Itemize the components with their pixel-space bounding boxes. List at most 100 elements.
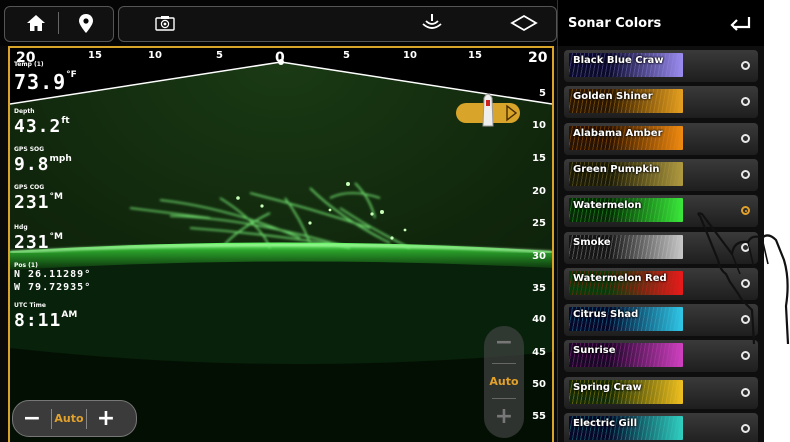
x-scale-label: 15 — [88, 50, 102, 61]
radio-icon[interactable] — [741, 169, 750, 179]
cog-unit: °M — [49, 192, 63, 202]
depth-scale-label: 15 — [532, 153, 546, 164]
view-button-group — [118, 6, 557, 42]
palette-name: Watermelon — [573, 200, 642, 212]
range-divider — [492, 363, 516, 364]
palette-name: Smoke — [573, 236, 611, 248]
chart-view-button[interactable] — [504, 6, 544, 40]
palette-name: Sunrise — [573, 345, 616, 357]
palette-swatch: Citrus Shad — [569, 307, 683, 332]
palette-swatch: Sunrise — [569, 343, 683, 368]
palette-swatch: Electric Gill — [569, 416, 683, 440]
depth-scale-label: 30 — [532, 251, 546, 262]
range-decrease-button[interactable]: − — [484, 330, 524, 355]
panel-header: Sonar Colors — [558, 0, 764, 46]
palette-swatch: Watermelon Red — [569, 270, 683, 295]
palette-swatch: Golden Shiner — [569, 89, 683, 114]
home-icon — [27, 15, 45, 31]
time-value: 8:11 — [14, 310, 62, 331]
sog-unit: mph — [49, 154, 72, 164]
sog-value: 9.8 — [14, 154, 50, 175]
radio-icon[interactable] — [741, 61, 750, 70]
palette-swatch: Smoke — [569, 234, 683, 259]
palette-swatch: Black Blue Craw — [569, 53, 683, 77]
palette-name: Alabama Amber — [573, 127, 663, 139]
waypoint-button[interactable] — [68, 6, 104, 40]
sonar-waves-icon — [422, 14, 442, 29]
temp-value: 73.9 — [14, 70, 67, 94]
position-longitude: W 79.72935° — [14, 282, 92, 293]
radio-icon[interactable] — [741, 133, 750, 143]
fish-finder-display: 20 15 10 5 0 5 10 15 20 5 10 15 20 25 30… — [0, 0, 764, 442]
x-scale-label: 10 — [403, 50, 417, 61]
zoom-control: − Auto + — [12, 400, 137, 437]
depth-scale-label: 25 — [532, 218, 546, 229]
time-readout: 8:11AM — [14, 310, 77, 331]
palette-option[interactable]: Green Pumpkin — [564, 158, 758, 191]
depth-scale-label: 5 — [539, 88, 546, 99]
sonar-view-button[interactable] — [147, 6, 183, 40]
depth-scale-label: 40 — [532, 314, 546, 325]
range-level: Auto — [489, 375, 519, 388]
back-arrow-icon — [730, 17, 751, 31]
temp-label: Temp (1) — [14, 61, 44, 68]
radio-icon[interactable] — [741, 424, 750, 433]
depth-scale-label: 10 — [532, 120, 546, 131]
x-scale-label: 20 — [528, 50, 548, 66]
palette-swatch: Spring Craw — [569, 379, 683, 404]
palette-name: Green Pumpkin — [573, 163, 660, 175]
time-unit: AM — [61, 310, 78, 320]
chart-diamond-icon — [510, 14, 538, 32]
pointing-hand-icon — [697, 212, 790, 345]
x-scale-label: 10 — [148, 50, 162, 61]
sonar-source-button[interactable] — [414, 6, 450, 40]
depth-scale-label: 20 — [532, 186, 546, 197]
radio-icon[interactable] — [741, 387, 750, 397]
palette-swatch: Green Pumpkin — [569, 161, 683, 186]
cog-label: GPS COG — [14, 184, 45, 191]
sonar-image — [10, 59, 552, 442]
sonar-view[interactable]: 20 15 10 5 0 5 10 15 20 5 10 15 20 25 30… — [8, 46, 554, 442]
palette-option[interactable]: Golden Shiner — [564, 86, 758, 119]
zoom-in-button[interactable]: + — [87, 406, 125, 431]
heading-label: Hdg — [14, 224, 28, 231]
zoom-level: Auto — [54, 412, 84, 425]
temp-unit: °F — [66, 70, 77, 80]
cog-value: 231 — [14, 192, 50, 213]
sog-label: GPS SOG — [14, 146, 45, 153]
temp-readout: 73.9°F — [14, 70, 77, 94]
palette-name: Golden Shiner — [573, 91, 653, 103]
depth-scale-label: 35 — [532, 283, 546, 294]
position-label: Pos (1) — [14, 262, 38, 269]
heading-readout: 231°M — [14, 232, 63, 253]
radio-icon[interactable] — [741, 97, 750, 107]
sog-readout: 9.8mph — [14, 154, 72, 175]
time-label: UTC Time — [14, 302, 46, 309]
heading-unit: °M — [49, 232, 63, 242]
radio-icon[interactable] — [741, 351, 750, 361]
x-scale-label: 5 — [343, 50, 350, 61]
palette-name: Spring Craw — [573, 381, 642, 393]
depth-label: Depth — [14, 108, 35, 115]
depth-scale-label: 50 — [532, 379, 546, 390]
palette-option[interactable]: Alabama Amber — [564, 122, 758, 155]
position-latitude: N 26.11289° — [14, 269, 92, 280]
palette-name: Electric Gill — [573, 418, 638, 429]
depth-value: 43.2 — [14, 116, 62, 137]
palette-option[interactable]: Electric Gill — [564, 413, 758, 442]
palette-swatch: Alabama Amber — [569, 125, 683, 150]
zoom-out-button[interactable]: − — [13, 406, 51, 431]
palette-name: Watermelon Red — [573, 272, 667, 284]
x-scale-label: 15 — [468, 50, 482, 61]
cog-readout: 231°M — [14, 192, 63, 213]
palette-option[interactable]: Spring Craw — [564, 376, 758, 409]
depth-readout: 43.2ft — [14, 116, 70, 137]
depth-unit: ft — [61, 116, 70, 126]
range-increase-button[interactable]: + — [484, 404, 524, 429]
home-button[interactable] — [18, 6, 54, 40]
depth-scale-label: 45 — [532, 347, 546, 358]
palette-swatch: Watermelon — [569, 198, 683, 223]
palette-name: Citrus Shad — [573, 309, 639, 321]
palette-option[interactable]: Black Blue Craw — [564, 50, 758, 82]
back-button[interactable] — [729, 13, 751, 35]
